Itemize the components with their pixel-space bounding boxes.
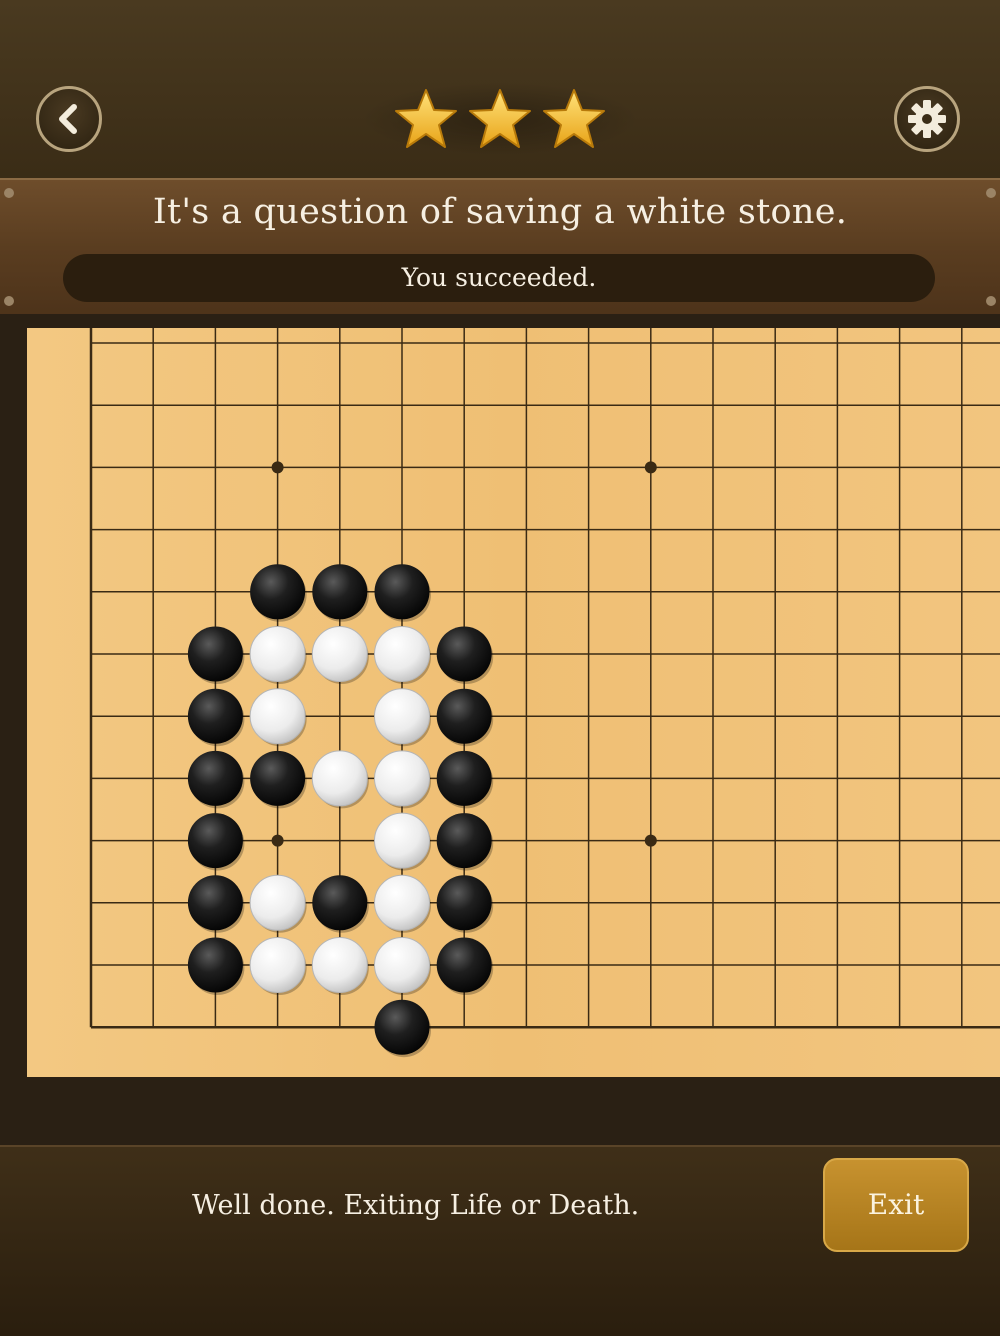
white-stone[interactable]	[249, 688, 306, 745]
white-stone[interactable]	[374, 812, 430, 869]
white-stone[interactable]	[311, 626, 368, 682]
star-point	[271, 834, 284, 847]
black-stone[interactable]	[250, 750, 306, 806]
puzzle-question: It's a question of saving a white stone.	[152, 192, 848, 232]
white-stone[interactable]	[374, 750, 430, 807]
black-stone[interactable]	[436, 937, 492, 993]
star-icon	[543, 89, 605, 148]
white-stone[interactable]	[374, 688, 430, 745]
white-stone[interactable]	[249, 937, 306, 993]
star-icon	[469, 89, 531, 148]
star-point	[271, 461, 284, 474]
nail	[4, 296, 14, 306]
black-stone[interactable]	[250, 564, 306, 620]
black-stone[interactable]	[187, 626, 243, 682]
white-stone[interactable]	[249, 626, 306, 682]
black-stone[interactable]	[187, 937, 243, 993]
gear-icon	[908, 100, 946, 138]
black-stone[interactable]	[312, 875, 368, 931]
black-stone[interactable]	[436, 875, 492, 931]
white-stone[interactable]	[374, 937, 430, 993]
black-stone[interactable]	[436, 750, 492, 806]
black-stone[interactable]	[187, 688, 243, 744]
black-stone[interactable]	[436, 813, 492, 869]
star-point	[644, 461, 657, 474]
chevron-left-icon	[59, 104, 77, 134]
black-stone[interactable]	[187, 750, 243, 806]
footer-message: Well done. Exiting Life or Death.	[192, 1190, 640, 1221]
black-stone[interactable]	[436, 688, 492, 744]
exit-button[interactable]: Exit	[823, 1158, 969, 1252]
black-stone[interactable]	[374, 564, 430, 620]
black-stone[interactable]	[187, 813, 243, 869]
white-stone[interactable]	[311, 937, 368, 993]
star-rating	[360, 82, 640, 156]
black-stone[interactable]	[436, 626, 492, 682]
white-stone[interactable]	[374, 626, 430, 682]
back-button[interactable]	[36, 86, 102, 152]
go-board[interactable]	[0, 314, 1000, 1078]
black-stone[interactable]	[374, 999, 430, 1055]
star-point	[644, 834, 657, 847]
star-icon	[395, 89, 457, 148]
status-message: You succeeded.	[63, 254, 935, 302]
white-stone[interactable]	[374, 874, 430, 931]
black-stone[interactable]	[312, 564, 368, 620]
settings-button[interactable]	[894, 86, 960, 152]
black-stone[interactable]	[187, 875, 243, 931]
white-stone[interactable]	[311, 750, 368, 807]
nail	[986, 296, 996, 306]
white-stone[interactable]	[249, 874, 306, 931]
